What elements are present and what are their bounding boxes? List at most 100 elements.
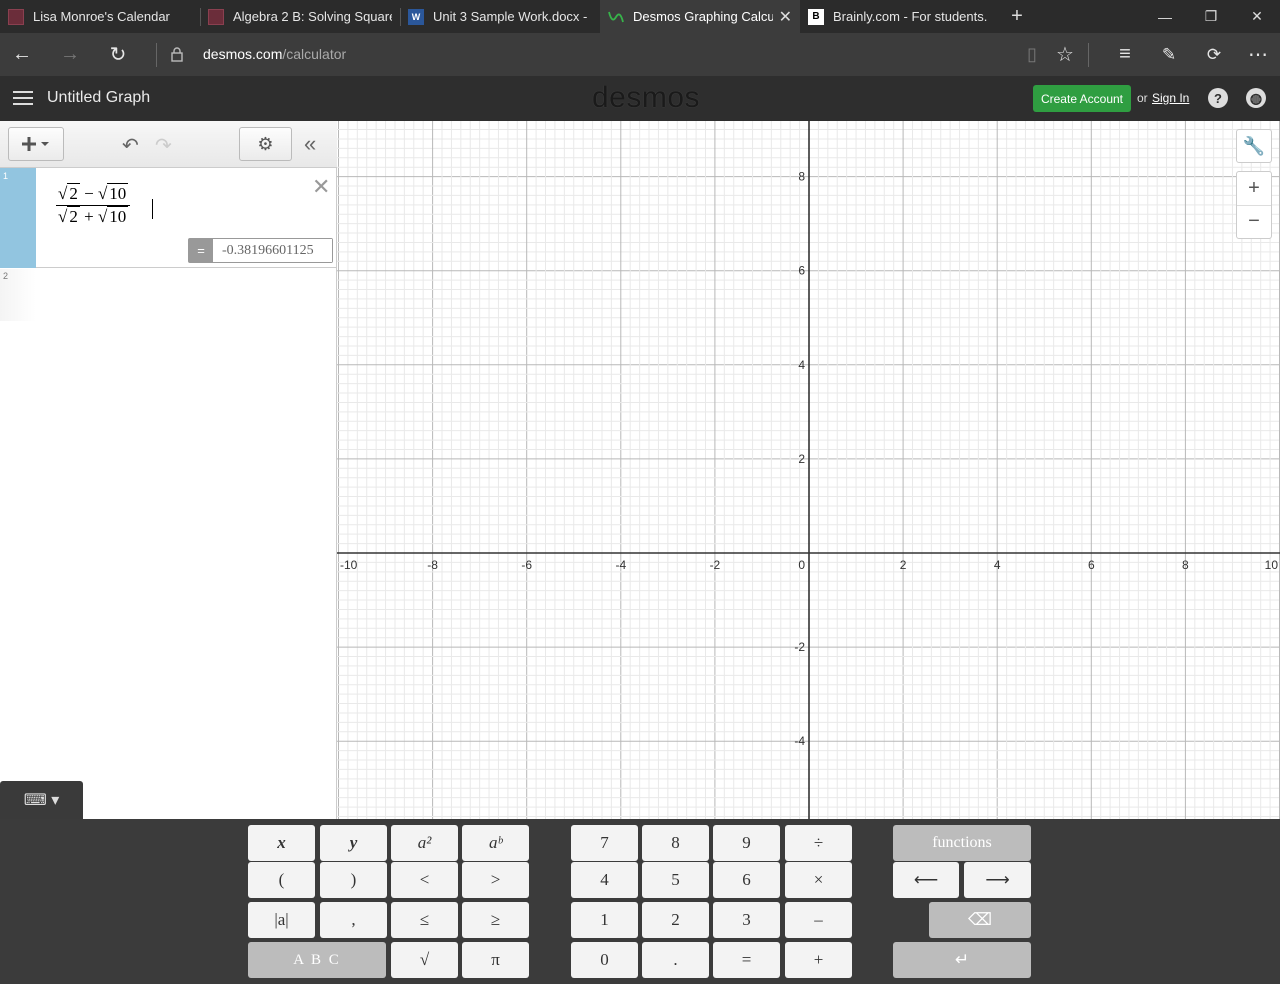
add-item-button[interactable] — [8, 127, 64, 161]
delete-expression-icon[interactable]: ✕ — [312, 174, 330, 200]
nine-key[interactable]: 9 — [713, 825, 780, 861]
multiply-key[interactable]: × — [785, 862, 852, 898]
decimal-key[interactable]: . — [642, 942, 709, 978]
share-icon[interactable]: ⟳ — [1192, 33, 1236, 76]
y-key[interactable]: y — [320, 825, 387, 861]
redo-icon[interactable]: ↷ — [155, 133, 172, 158]
comma-key[interactable]: , — [320, 902, 387, 938]
create-account-button[interactable]: Create Account — [1033, 85, 1131, 112]
expression-row[interactable]: 1 √ 2 − √ 10 √ 2 + √ 10 ✕ = -0.38196601125 — [0, 168, 337, 268]
window-close-icon[interactable]: ✕ — [1234, 0, 1280, 33]
graph-paper[interactable]: -10 -8 -6 -4 -2 0 2 4 6 8 10 8 6 4 2 -2 -4 🔧 + − — [337, 121, 1280, 819]
zoom-out-icon[interactable]: − — [1237, 204, 1271, 238]
browser-tab-algebra[interactable]: Algebra 2 B: Solving Square — [200, 0, 400, 33]
x-key[interactable]: x — [248, 825, 315, 861]
equals-sign: = — [189, 239, 213, 262]
more-icon[interactable]: ⋯ — [1236, 33, 1280, 76]
expression-tab[interactable]: 1 — [0, 168, 36, 268]
zoom-in-icon[interactable]: + — [1248, 172, 1260, 205]
sqrt-key[interactable]: √ — [391, 942, 458, 978]
six-key[interactable]: 6 — [713, 862, 780, 898]
open-paren-key[interactable]: ( — [248, 862, 315, 898]
calendar-favicon-icon — [8, 8, 24, 25]
desmos-header: Untitled Graph desmos Create Account or … — [0, 76, 1280, 121]
abc-key[interactable]: A B C — [248, 942, 386, 978]
close-paren-key[interactable]: ) — [320, 862, 387, 898]
four-key[interactable]: 4 — [571, 862, 638, 898]
tab-label: Desmos Graphing Calcu — [633, 9, 773, 24]
y-tick-label: -2 — [794, 640, 805, 654]
cursor-left-arrow-icon[interactable]: ⟵ — [893, 862, 959, 898]
window-controls: — ❐ ✕ — [1142, 0, 1280, 33]
functions-button[interactable]: functions — [893, 825, 1031, 861]
math-input[interactable]: √ 2 − √ 10 √ 2 + √ 10 — [56, 183, 131, 228]
evaluation-result: = -0.38196601125 — [188, 238, 333, 263]
browser-tab-word[interactable]: W Unit 3 Sample Work.docx - — [400, 0, 600, 33]
undo-icon[interactable]: ↶ — [122, 133, 139, 158]
x-tick-label: -2 — [710, 558, 721, 572]
graph-settings-wrench-icon[interactable]: 🔧 — [1236, 129, 1272, 163]
abs-value-key[interactable]: |a| — [248, 902, 315, 938]
empty-expression-row[interactable]: 2 — [0, 269, 36, 321]
browser-nav-bar: ← → ↻ desmos.com/calculator ▯ ☆ ≡ ✎ ⟳ ⋯ — [0, 33, 1280, 76]
greater-than-key[interactable]: > — [462, 862, 529, 898]
y-tick-label: -4 — [794, 734, 805, 748]
back-arrow-icon[interactable]: ← — [0, 33, 44, 76]
globe-icon[interactable]: ◍ — [1246, 88, 1266, 108]
lock-icon — [155, 33, 199, 76]
settings-gear-icon[interactable]: ⚙ — [239, 127, 292, 161]
restore-icon[interactable]: ❐ — [1188, 0, 1234, 33]
fraction: √ 2 − √ 10 √ 2 + √ 10 — [56, 183, 131, 228]
expression-index: 1 — [3, 171, 9, 181]
menu-icon[interactable] — [13, 88, 33, 108]
text-cursor — [152, 199, 153, 219]
three-key[interactable]: 3 — [713, 902, 780, 938]
one-key[interactable]: 1 — [571, 902, 638, 938]
expression-panel: ↶ ↷ ⚙ « 1 √ 2 − √ 10 √ 2 + √ 10 ✕ = -0.38196… — [0, 121, 337, 819]
help-icon[interactable]: ? — [1208, 88, 1228, 108]
favorite-star-icon[interactable]: ☆ — [1043, 33, 1087, 76]
brainly-favicon-icon: B — [808, 8, 824, 25]
backspace-icon[interactable]: ⌫ — [929, 902, 1031, 938]
hub-icon[interactable]: ≡ — [1103, 33, 1147, 76]
refresh-icon[interactable]: ↻ — [96, 33, 140, 76]
browser-tab-strip: Lisa Monroe's Calendar Algebra 2 B: Solv… — [0, 0, 1280, 33]
denominator: √ 2 + √ 10 — [56, 205, 131, 228]
divide-key[interactable]: ÷ — [785, 825, 852, 861]
web-note-icon[interactable]: ✎ — [1147, 33, 1191, 76]
zero-key[interactable]: 0 — [571, 942, 638, 978]
two-key[interactable]: 2 — [642, 902, 709, 938]
x-tick-label: -8 — [427, 558, 438, 572]
browser-tab-desmos[interactable]: Desmos Graphing Calcu ✕ — [600, 0, 800, 33]
tab-label: Lisa Monroe's Calendar — [33, 9, 170, 24]
x-tick-label: 6 — [1088, 558, 1095, 572]
enter-icon[interactable]: ↵ — [893, 942, 1031, 978]
close-tab-icon[interactable]: ✕ — [779, 7, 792, 27]
y-tick-label: 8 — [798, 170, 805, 184]
minus-key[interactable]: – — [785, 902, 852, 938]
squared-key[interactable]: a² — [391, 825, 458, 861]
greater-equal-key[interactable]: ≥ — [462, 902, 529, 938]
forward-arrow-icon[interactable]: → — [48, 33, 92, 76]
less-equal-key[interactable]: ≤ — [391, 902, 458, 938]
eight-key[interactable]: 8 — [642, 825, 709, 861]
power-key[interactable]: aᵇ — [462, 825, 529, 861]
cursor-right-arrow-icon[interactable]: ⟶ — [964, 862, 1031, 898]
browser-tab-calendar[interactable]: Lisa Monroe's Calendar — [0, 0, 200, 33]
sign-in-link[interactable]: Sign In — [1152, 91, 1189, 105]
keyboard-toggle-button[interactable]: ⌨ ▾ — [0, 781, 83, 819]
less-than-key[interactable]: < — [391, 862, 458, 898]
browser-tab-brainly[interactable]: B Brainly.com - For students. I — [800, 0, 1000, 33]
address-bar[interactable]: desmos.com/calculator — [203, 46, 346, 62]
desmos-logo: desmos — [592, 81, 701, 114]
plus-key[interactable]: + — [785, 942, 852, 978]
seven-key[interactable]: 7 — [571, 825, 638, 861]
pi-key[interactable]: π — [462, 942, 529, 978]
minimize-icon[interactable]: — — [1142, 0, 1188, 33]
collapse-panel-icon[interactable]: « — [304, 131, 316, 157]
equals-key[interactable]: = — [713, 942, 780, 978]
new-tab-icon[interactable]: + — [1000, 0, 1034, 33]
x-tick-label: -4 — [615, 558, 626, 572]
graph-title[interactable]: Untitled Graph — [47, 89, 150, 107]
five-key[interactable]: 5 — [642, 862, 709, 898]
